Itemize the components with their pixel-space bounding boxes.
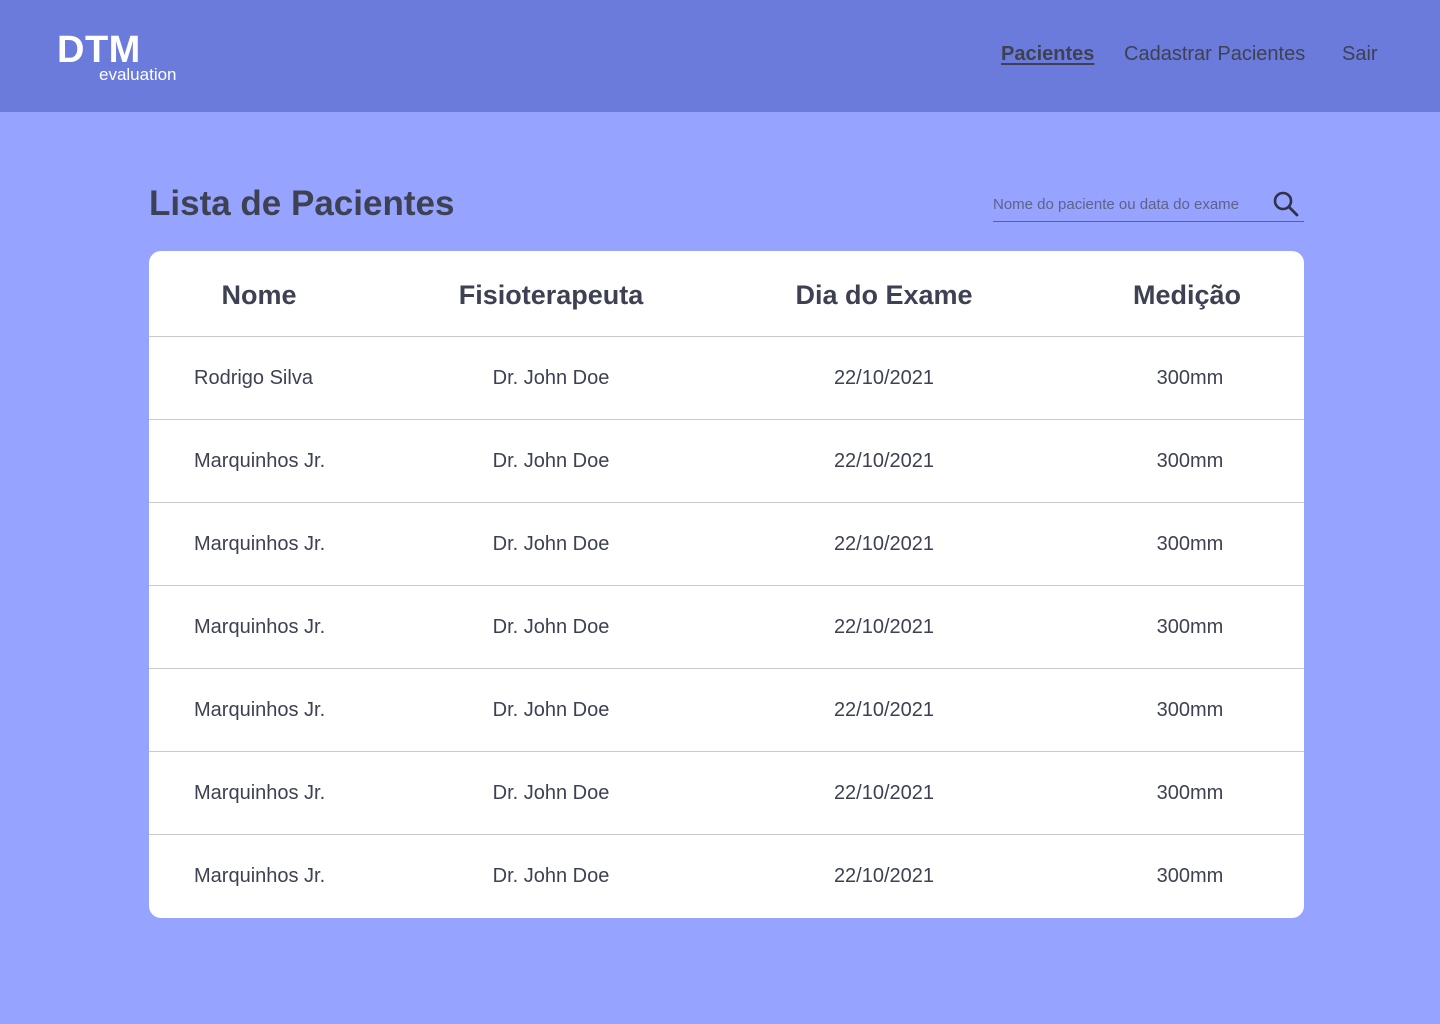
nav-pacientes-link[interactable]: Pacientes bbox=[1001, 41, 1094, 67]
table-row[interactable]: Marquinhos Jr. Dr. John Doe 22/10/2021 3… bbox=[149, 835, 1304, 918]
nav-sair-link[interactable]: Sair bbox=[1342, 41, 1378, 67]
cell-medicao: 300mm bbox=[1156, 367, 1224, 389]
cell-fisioterapeuta: Dr. John Doe bbox=[492, 450, 610, 472]
cell-medicao: 300mm bbox=[1156, 782, 1224, 804]
cell-dia-do-exame: 22/10/2021 bbox=[833, 450, 935, 472]
page-title: Lista de Pacientes bbox=[149, 184, 455, 223]
search-icon[interactable] bbox=[1271, 189, 1301, 219]
cell-dia-do-exame: 22/10/2021 bbox=[833, 865, 935, 887]
table-row[interactable]: Marquinhos Jr. Dr. John Doe 22/10/2021 3… bbox=[149, 503, 1304, 586]
cell-fisioterapeuta: Dr. John Doe bbox=[492, 533, 610, 555]
cell-fisioterapeuta: Dr. John Doe bbox=[492, 367, 610, 389]
cell-medicao: 300mm bbox=[1156, 699, 1224, 721]
cell-nome: Marquinhos Jr. bbox=[194, 450, 326, 472]
cell-medicao: 300mm bbox=[1156, 616, 1224, 638]
patients-table: Nome Fisioterapeuta Dia do Exame Medição… bbox=[149, 251, 1304, 918]
top-header: DTM evaluation Pacientes Cadastrar Pacie… bbox=[0, 0, 1440, 112]
cell-nome: Marquinhos Jr. bbox=[194, 782, 326, 804]
cell-nome: Marquinhos Jr. bbox=[194, 533, 326, 555]
cell-fisioterapeuta: Dr. John Doe bbox=[492, 865, 610, 887]
cell-medicao: 300mm bbox=[1156, 533, 1224, 555]
logo-subtitle: evaluation bbox=[99, 65, 177, 84]
cell-fisioterapeuta: Dr. John Doe bbox=[492, 616, 610, 638]
cell-dia-do-exame: 22/10/2021 bbox=[833, 533, 935, 555]
table-body: Rodrigo Silva Dr. John Doe 22/10/2021 30… bbox=[149, 337, 1304, 918]
table-row[interactable]: Marquinhos Jr. Dr. John Doe 22/10/2021 3… bbox=[149, 586, 1304, 669]
logo-title: DTM bbox=[57, 29, 141, 71]
table-row[interactable]: Rodrigo Silva Dr. John Doe 22/10/2021 30… bbox=[149, 337, 1304, 420]
cell-nome: Marquinhos Jr. bbox=[194, 699, 326, 721]
table-header: Nome Fisioterapeuta Dia do Exame Medição bbox=[149, 251, 1304, 337]
cell-medicao: 300mm bbox=[1156, 450, 1224, 472]
search-input[interactable] bbox=[993, 192, 1263, 216]
column-header-fisioterapeuta[interactable]: Fisioterapeuta bbox=[411, 251, 691, 337]
cell-dia-do-exame: 22/10/2021 bbox=[833, 699, 935, 721]
table-row[interactable]: Marquinhos Jr. Dr. John Doe 22/10/2021 3… bbox=[149, 420, 1304, 503]
nav-cadastrar-pacientes-link[interactable]: Cadastrar Pacientes bbox=[1124, 41, 1305, 67]
cell-nome: Rodrigo Silva bbox=[194, 367, 313, 389]
cell-dia-do-exame: 22/10/2021 bbox=[833, 367, 935, 389]
table-row[interactable]: Marquinhos Jr. Dr. John Doe 22/10/2021 3… bbox=[149, 669, 1304, 752]
app-logo[interactable]: DTM evaluation bbox=[57, 30, 197, 90]
cell-medicao: 300mm bbox=[1156, 865, 1224, 887]
cell-dia-do-exame: 22/10/2021 bbox=[833, 616, 935, 638]
cell-fisioterapeuta: Dr. John Doe bbox=[492, 699, 610, 721]
column-header-medicao[interactable]: Medição bbox=[1087, 251, 1287, 337]
cell-nome: Marquinhos Jr. bbox=[194, 865, 326, 887]
cell-fisioterapeuta: Dr. John Doe bbox=[492, 782, 610, 804]
cell-dia-do-exame: 22/10/2021 bbox=[833, 782, 935, 804]
search-bar bbox=[993, 186, 1304, 222]
table-row[interactable]: Marquinhos Jr. Dr. John Doe 22/10/2021 3… bbox=[149, 752, 1304, 835]
column-header-nome[interactable]: Nome bbox=[169, 251, 349, 337]
cell-nome: Marquinhos Jr. bbox=[194, 616, 326, 638]
column-header-dia-do-exame[interactable]: Dia do Exame bbox=[749, 251, 1019, 337]
